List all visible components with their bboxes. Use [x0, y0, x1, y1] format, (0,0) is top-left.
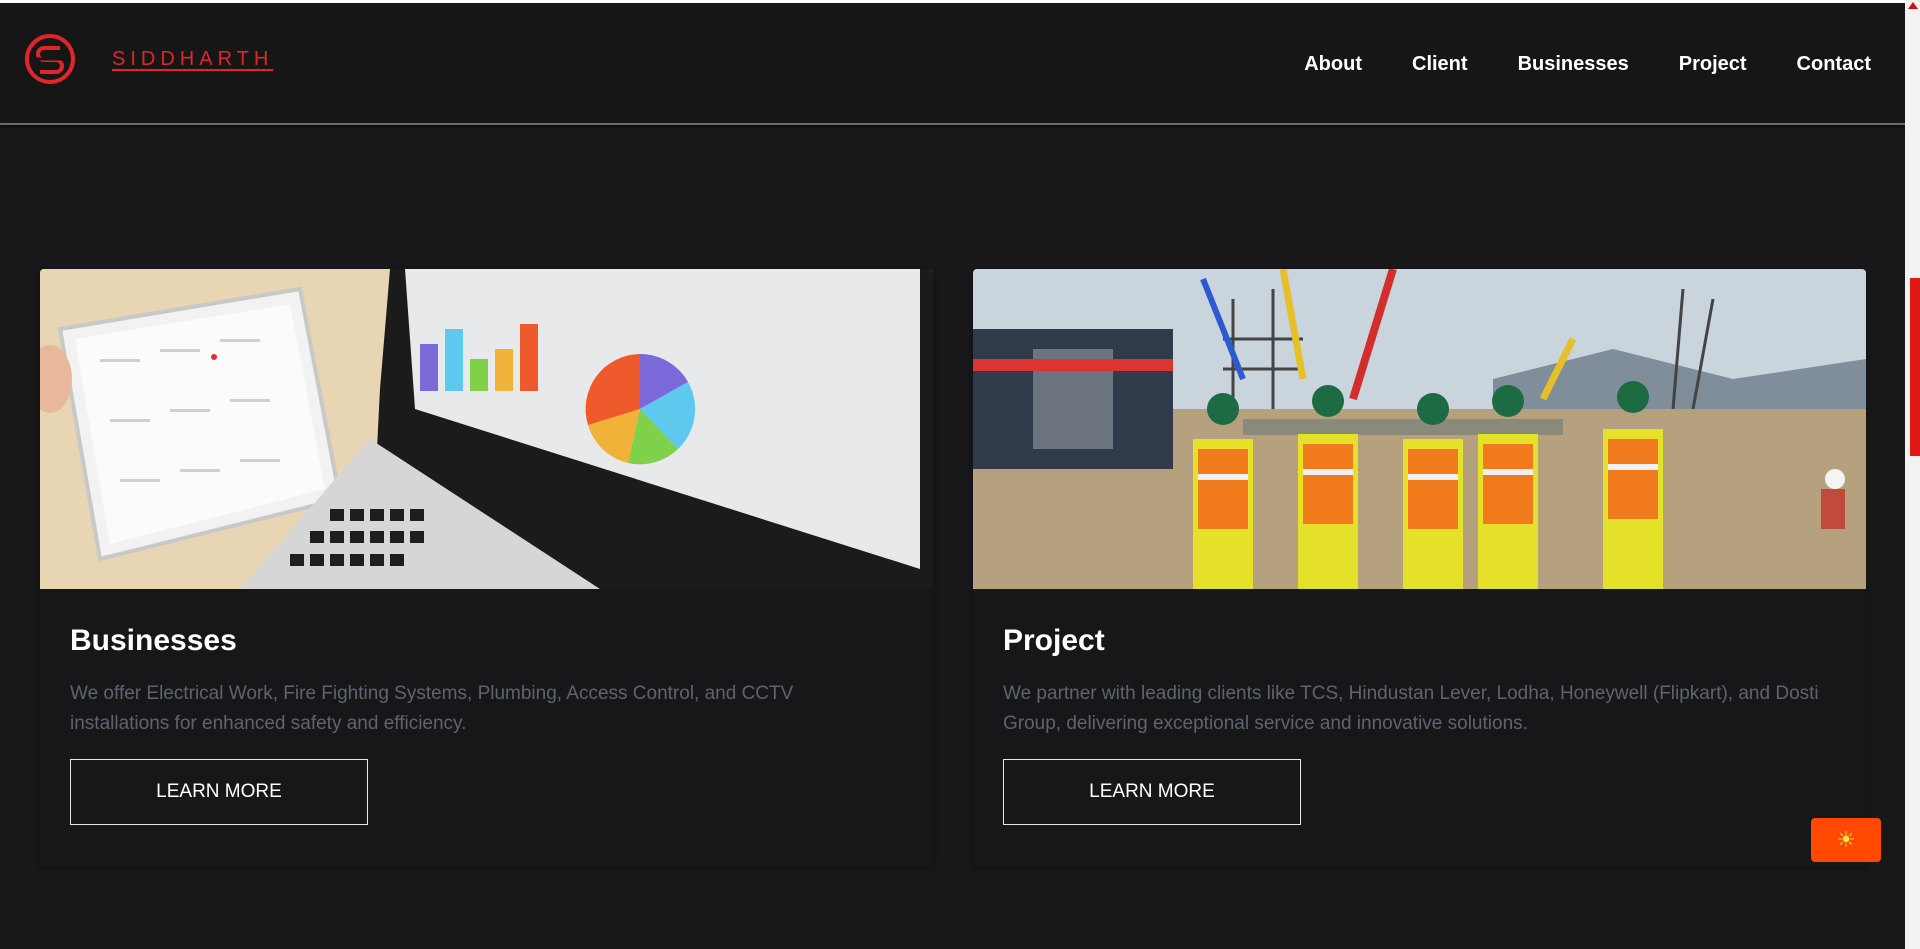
learn-more-button[interactable]: LEARN MORE [70, 759, 368, 825]
learn-more-button[interactable]: LEARN MORE [1003, 759, 1301, 825]
card-description: We offer Electrical Work, Fire Fighting … [70, 683, 794, 734]
laptop-tablet-charts-photo [40, 269, 933, 589]
construction-workers-photo [973, 269, 1866, 589]
card-title: Project [1003, 624, 1105, 657]
nav-about[interactable]: About [1304, 53, 1362, 76]
theme-toggle-button[interactable]: ☀ [1811, 818, 1881, 862]
scroll-up-arrow-icon[interactable] [1908, 2, 1918, 9]
vertical-scrollbar[interactable] [1905, 0, 1920, 949]
nav-client[interactable]: Client [1412, 53, 1468, 76]
main-nav: About Client Businesses Project Contact [1304, 53, 1871, 76]
card-title: Businesses [70, 624, 237, 657]
businesses-card: Businesses We offer Electrical Work, Fir… [40, 269, 933, 867]
site-header: SIDDHARTH About Client Businesses Projec… [0, 3, 1905, 125]
card-description: We partner with leading clients like TCS… [1003, 683, 1819, 734]
scrollbar-thumb[interactable] [1910, 278, 1920, 456]
nav-businesses[interactable]: Businesses [1518, 53, 1629, 76]
sun-icon: ☀ [1836, 827, 1856, 852]
project-card: Project We partner with leading clients … [973, 269, 1866, 867]
nav-contact[interactable]: Contact [1797, 53, 1871, 76]
brand-name[interactable]: SIDDHARTH [112, 48, 273, 71]
siddharth-s-logo-icon[interactable] [24, 33, 76, 85]
nav-project[interactable]: Project [1679, 53, 1747, 76]
